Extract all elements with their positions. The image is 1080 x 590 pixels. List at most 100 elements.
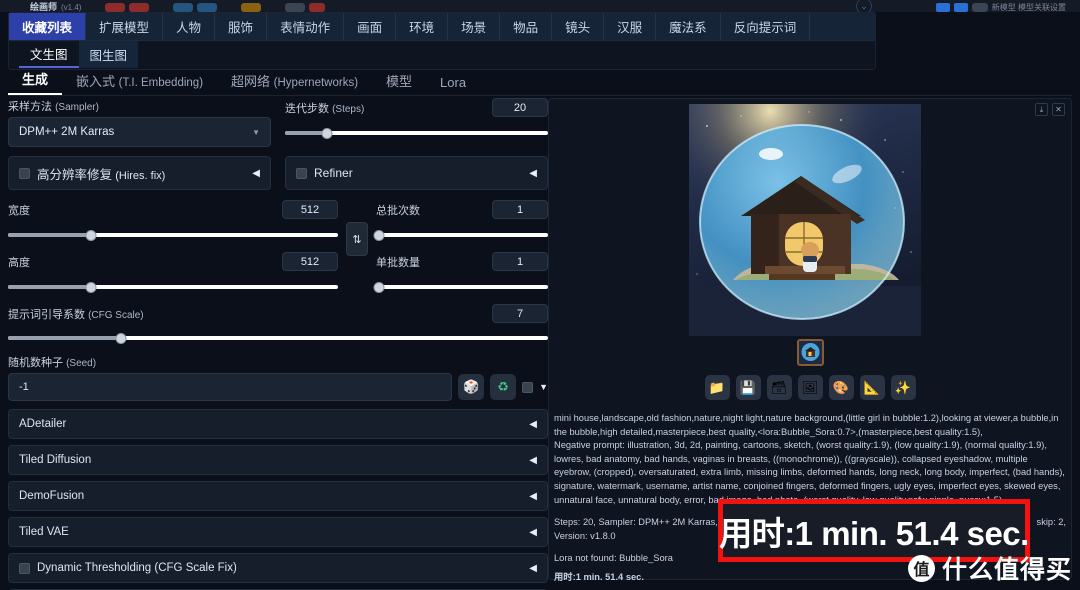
accordion-checkbox[interactable] bbox=[19, 562, 30, 574]
main-tab-1[interactable]: 嵌入式 (T.I. Embedding) bbox=[62, 69, 217, 95]
seed-input[interactable]: -1 bbox=[8, 373, 453, 401]
main-tab-2[interactable]: 超网络 (Hypernetworks) bbox=[217, 69, 372, 95]
elapsed-time-highlight-text: 用时:1 min. 51.4 sec. bbox=[719, 514, 1029, 552]
toolbar-icon-blue-1[interactable] bbox=[173, 3, 194, 12]
archive-icon[interactable]: 🗃 bbox=[766, 375, 792, 400]
category-tab-label: 物品 bbox=[513, 21, 539, 35]
accordion-4[interactable]: Dynamic Thresholding (CFG Scale Fix) ◀ bbox=[8, 553, 548, 583]
accordion-label: DemoFusion bbox=[19, 490, 85, 502]
category-tab-label: 反向提示词 bbox=[733, 21, 797, 35]
accordion-3[interactable]: Tiled VAE ◀ bbox=[8, 517, 548, 547]
negative-prompt-text: Negative prompt: illustration, 3d, 2d, p… bbox=[554, 440, 1065, 505]
image-action-bar: 📁 💾 🗃 🖼 🎨 📐 ✨ bbox=[549, 375, 1071, 400]
category-tab-3[interactable]: 服饰 bbox=[215, 13, 268, 40]
refiner-accordion[interactable]: Refiner ◀ bbox=[285, 156, 548, 190]
category-tab-label: 扩展模型 bbox=[99, 21, 150, 35]
height-label: 高度 bbox=[8, 256, 30, 269]
refiner-label: Refiner bbox=[314, 166, 353, 180]
main-tab-3[interactable]: 模型 bbox=[372, 69, 426, 95]
category-tab-0[interactable]: 收藏列表 bbox=[9, 13, 87, 40]
send-to-img2img-icon[interactable]: 🖼 bbox=[797, 375, 823, 400]
category-tab-7[interactable]: 场景 bbox=[448, 13, 501, 40]
accordion-2[interactable]: DemoFusion ◀ bbox=[8, 481, 548, 511]
toolbar-icon-gray-2[interactable] bbox=[971, 3, 988, 12]
seed-label: 随机数种子 (Seed) bbox=[8, 357, 97, 369]
steps-value-input[interactable]: 20 bbox=[492, 98, 548, 117]
hires-fix-accordion[interactable]: 高分辨率修复 (Hires. fix) ◀ bbox=[8, 156, 271, 190]
toolbar-badge-2[interactable] bbox=[953, 3, 968, 12]
main-tab-latin-label: (Hypernetworks) bbox=[273, 77, 359, 89]
close-icon[interactable]: ✕ bbox=[1052, 103, 1065, 116]
refiner-checkbox[interactable] bbox=[296, 167, 307, 179]
category-tab-1[interactable]: 扩展模型 bbox=[86, 13, 164, 40]
category-tab-6[interactable]: 环境 bbox=[396, 13, 449, 40]
cfg-scale-input[interactable]: 7 bbox=[492, 304, 548, 323]
category-tab-5[interactable]: 画面 bbox=[344, 13, 397, 40]
steps-group: 迭代步数 (Steps) 20 bbox=[285, 98, 548, 147]
folder-icon[interactable]: 📁 bbox=[704, 375, 730, 400]
toolbar-icon-red-1[interactable] bbox=[105, 3, 126, 12]
collapse-arrow-icon: ◀ bbox=[529, 526, 537, 538]
category-tab-11[interactable]: 魔法系 bbox=[656, 13, 721, 40]
collapse-arrow-icon: ◀ bbox=[252, 167, 260, 179]
extension-accordion-list: ADetailer ◀ Tiled Diffusion ◀ DemoFusion ◀ Til… bbox=[8, 409, 548, 590]
toolbar-icon-gray[interactable] bbox=[285, 3, 306, 12]
category-tab-12[interactable]: 反向提示词 bbox=[721, 13, 811, 40]
height-slider[interactable] bbox=[8, 280, 338, 294]
recycle-icon[interactable]: ♻ bbox=[490, 374, 517, 400]
category-tab-4[interactable]: 表情动作 bbox=[267, 13, 345, 40]
height-value-input[interactable]: 512 bbox=[282, 252, 338, 271]
main-tab-0[interactable]: 生成 bbox=[8, 67, 63, 95]
sub-tab-label: 图生图 bbox=[89, 49, 128, 63]
save-icon[interactable]: 💾 bbox=[735, 375, 761, 400]
watermark: 值 什么值得买 bbox=[907, 550, 1072, 586]
image-tool-row: ⤓ ✕ bbox=[1035, 103, 1065, 116]
generated-image-preview[interactable] bbox=[689, 104, 921, 336]
toolbar-icon-red-3[interactable] bbox=[309, 3, 326, 12]
hires-fix-checkbox[interactable] bbox=[19, 167, 30, 179]
download-icon[interactable]: ⤓ bbox=[1035, 103, 1048, 116]
toolbar-status-note: 新模型 模型关联设置 bbox=[991, 3, 1066, 12]
palette-icon[interactable]: 🎨 bbox=[828, 375, 854, 400]
category-tab-10[interactable]: 汉服 bbox=[604, 13, 657, 40]
batch-count-label: 总批次数 bbox=[376, 204, 420, 217]
batch-size-input[interactable]: 1 bbox=[492, 252, 548, 271]
sampler-dropdown[interactable]: DPM++ 2M Karras ▼ bbox=[8, 117, 271, 147]
category-tab-8[interactable]: 物品 bbox=[500, 13, 553, 40]
batch-size-slider[interactable] bbox=[373, 280, 548, 294]
main-tab-4[interactable]: Lora bbox=[426, 73, 480, 95]
accordion-0[interactable]: ADetailer ◀ bbox=[8, 409, 548, 439]
toolbar-icon-red-2[interactable] bbox=[129, 3, 150, 12]
prompt-text: mini house,landscape,old fashion,nature,… bbox=[554, 413, 1059, 437]
steps-slider[interactable] bbox=[285, 126, 548, 140]
width-slider[interactable] bbox=[8, 228, 338, 242]
category-tab-label: 表情动作 bbox=[280, 21, 331, 35]
category-tab-label: 人物 bbox=[176, 21, 202, 35]
watermark-logo-icon: 值 bbox=[907, 554, 935, 582]
sub-tab-1[interactable]: 图生图 bbox=[78, 41, 139, 68]
ruler-icon[interactable]: 📐 bbox=[859, 375, 885, 400]
batch-count-slider[interactable] bbox=[373, 228, 548, 242]
thumbnail-item[interactable] bbox=[796, 339, 824, 366]
seed-extra-checkbox[interactable] bbox=[522, 381, 534, 393]
toolbar-badge-1[interactable] bbox=[935, 3, 950, 12]
sub-tab-0[interactable]: 文生图 bbox=[19, 41, 79, 68]
sparkle-icon[interactable]: ✨ bbox=[890, 375, 916, 400]
thumbnail-strip bbox=[549, 339, 1071, 366]
seed-expand-caret-icon[interactable]: ▼ bbox=[539, 382, 548, 392]
collapse-arrow-icon: ◀ bbox=[529, 454, 537, 466]
main-tab-label: 生成 bbox=[22, 72, 49, 87]
category-tab-9[interactable]: 镜头 bbox=[552, 13, 605, 40]
toolbar-icon-blue-2[interactable] bbox=[197, 3, 218, 12]
accordion-1[interactable]: Tiled Diffusion ◀ bbox=[8, 445, 548, 475]
width-value-input[interactable]: 512 bbox=[282, 200, 338, 219]
chevron-down-icon[interactable]: ⌄ bbox=[856, 0, 872, 12]
cfg-scale-slider[interactable] bbox=[8, 331, 548, 345]
dice-icon[interactable]: 🎲 bbox=[458, 374, 485, 400]
cfg-scale-label: 提示词引导系数 (CFG Scale) bbox=[8, 308, 144, 321]
swap-dimensions-button[interactable]: ⇅ bbox=[346, 222, 368, 256]
sampler-group: 采样方法 (Sampler) DPM++ 2M Karras ▼ bbox=[8, 98, 271, 147]
toolbar-icon-orange[interactable] bbox=[241, 3, 262, 12]
category-tab-2[interactable]: 人物 bbox=[163, 13, 216, 40]
batch-count-input[interactable]: 1 bbox=[492, 200, 548, 219]
